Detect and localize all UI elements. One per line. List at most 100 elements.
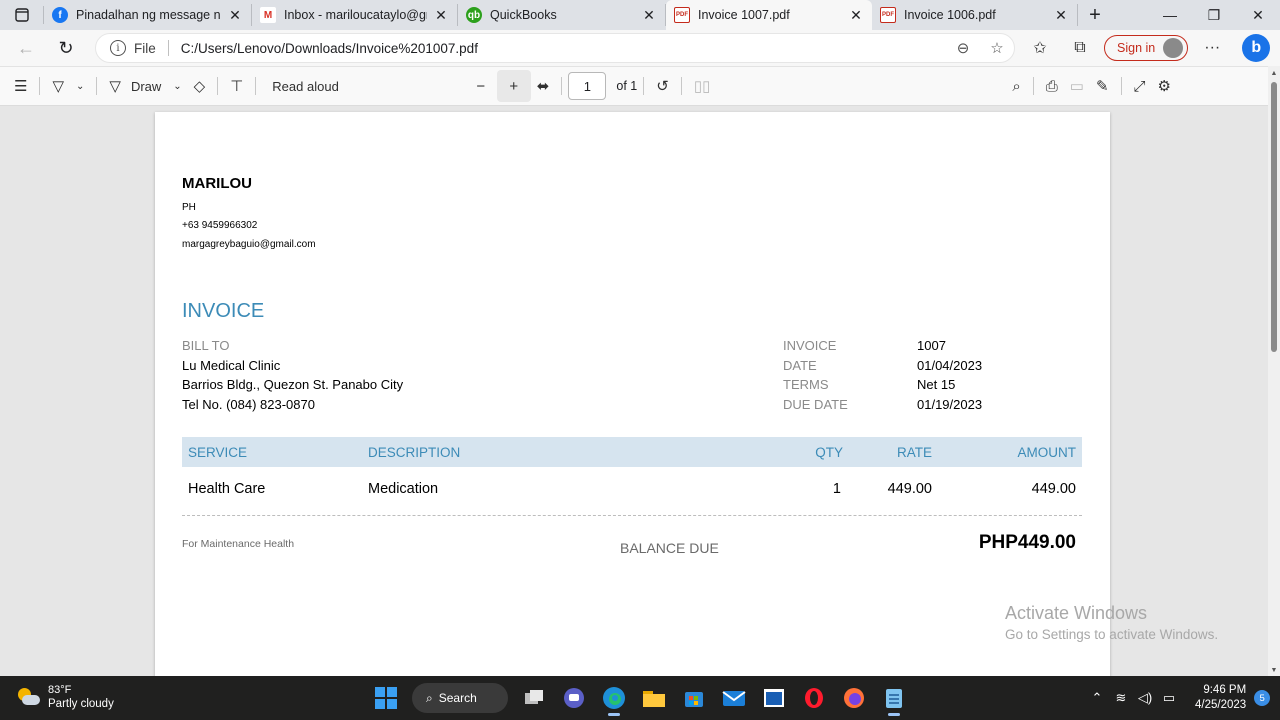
tab-strip: f Pinadalhan ng message ni Ab ✕ M Inbox … [0,0,1280,30]
task-view-button[interactable] [514,680,554,716]
taskbar-search[interactable]: ⌕ Search [412,683,508,713]
meta-label: DATE [783,358,817,373]
bing-icon[interactable]: b [1242,34,1271,62]
activate-windows-watermark: Activate Windows Go to Settings to activ… [1005,603,1218,642]
zoom-in-button[interactable]: + [496,70,531,102]
notification-badge[interactable]: 5 [1254,690,1271,706]
address-bar[interactable]: i File C:/Users/Lenovo/Downloads/Invoice… [95,33,1015,63]
tab-invoice-1007[interactable]: PDF Invoice 1007.pdf ✕ [666,0,872,30]
back-button[interactable]: ← [6,32,46,64]
sign-in-button[interactable]: Sign in [1104,35,1189,61]
opera-button[interactable] [794,680,834,716]
draw-button[interactable]: ▽ Draw [103,70,167,102]
teams-chat-button[interactable] [554,680,594,716]
file-explorer-button[interactable] [634,680,674,716]
scroll-thumb[interactable] [1271,82,1277,352]
document-viewer[interactable]: MARILOU PH +63 9459966302 margagreybagui… [0,106,1268,676]
save-button[interactable]: ▭ [1064,70,1090,102]
rotate-button[interactable]: ↺ [650,70,675,102]
app-window-icon [764,689,784,707]
read-aloud-label: Read aloud [272,78,339,94]
start-button[interactable] [366,680,406,716]
close-icon[interactable]: ✕ [227,7,243,24]
contents-button[interactable]: ☰ [8,70,33,102]
fullscreen-button[interactable]: ⤢ [1128,70,1152,102]
find-button[interactable]: ⌕ [1006,70,1026,102]
battery-icon[interactable]: ▭ [1158,690,1180,706]
highlight-dropdown[interactable]: ⌄ [70,70,90,102]
address-scheme: File [134,40,156,56]
avatar-icon [1163,38,1184,58]
app-button[interactable] [754,680,794,716]
minimize-button[interactable]: — [1148,0,1192,30]
tab-quickbooks[interactable]: qb QuickBooks ✕ [458,4,666,26]
meta-label: TERMS [783,377,829,392]
close-window-button[interactable]: ✕ [1236,0,1280,30]
refresh-button[interactable]: ↻ [46,32,86,64]
row-description: Medication [368,481,439,497]
restore-button[interactable]: ❐ [1192,0,1236,30]
meta-value: Net 15 [917,377,956,392]
fit-width-button[interactable]: ⬌ [531,70,556,102]
tab-invoice-1006[interactable]: PDF Invoice 1006.pdf ✕ [872,4,1078,26]
highlight-button[interactable]: ▽ [46,70,70,102]
ellipsis-icon: ··· [1204,39,1221,56]
weather-temperature: 83°F [48,684,72,696]
close-icon[interactable]: ✕ [433,7,449,24]
window-controls: — ❐ ✕ [1148,0,1280,30]
settings-button[interactable]: ⚙ [1152,70,1177,102]
close-icon[interactable]: ✕ [1053,7,1069,24]
volume-icon[interactable]: ◁) [1134,690,1156,706]
add-favorite-icon[interactable]: ☆ [980,39,1014,57]
meta-label: DUE DATE [783,397,848,412]
edge-taskbar-button[interactable] [594,680,634,716]
tab-gmail[interactable]: M Inbox - mariloucataylo@gma ✕ [252,4,458,26]
zoom-out-button[interactable]: − [465,70,497,102]
task-view-icon [525,690,543,704]
microsoft-store-button[interactable] [674,680,714,716]
close-icon[interactable]: ✕ [848,7,864,24]
row-qty: 1 [832,481,841,497]
scrollbar[interactable]: ▲ ▼ [1268,66,1280,676]
table-row: Health Care Medication 1 449.00 449.00 [182,470,1082,506]
address-url[interactable]: C:/Users/Lenovo/Downloads/Invoice%201007… [181,41,946,56]
info-icon[interactable]: i [110,40,126,56]
more-options-button[interactable]: ··· [1192,32,1232,64]
wifi-icon[interactable]: ≋ [1110,690,1132,706]
page-number-input[interactable]: 1 [568,72,607,100]
balance-due-total: PHP449.00 [978,532,1076,553]
save-as-button[interactable]: ✎ [1090,70,1115,102]
table-header: SERVICE DESCRIPTION QTY RATE AMOUNT [182,437,1082,467]
clock[interactable]: 9:46 PM 4/25/2023 [1195,683,1246,713]
tab-actions-button[interactable] [0,6,44,24]
gmail-icon: M [260,7,276,23]
collections-icon: ⧉ [1074,39,1086,56]
invoice-title: INVOICE [182,300,265,322]
scroll-down-icon[interactable]: ▼ [1270,667,1278,674]
search-icon: ⌕ [426,690,433,705]
draw-dropdown[interactable]: ⌄ [167,70,187,102]
chevron-up-icon[interactable]: ⌃ [1086,690,1108,706]
company-phone: +63 9459966302 [182,220,258,231]
eraser-button[interactable]: ◇ [188,70,212,102]
column-header-rate: RATE [896,445,932,460]
mail-button[interactable] [714,680,754,716]
new-tab-button[interactable]: + [1078,0,1112,30]
row-rate: 449.00 [887,481,932,497]
print-button[interactable]: ⎙ [1040,70,1064,102]
navigation-bar: ← ↻ i File C:/Users/Lenovo/Downloads/Inv… [0,30,1280,66]
scroll-up-icon[interactable]: ▲ [1270,70,1278,77]
clock-date: 4/25/2023 [1195,699,1247,711]
collections-button[interactable]: ⧉ [1060,32,1100,64]
bill-to-phone: Tel No. (084) 823-0870 [182,397,315,412]
firefox-button[interactable] [834,680,874,716]
notepad-button[interactable] [874,680,914,716]
zoom-icon[interactable]: ⊖ [946,39,980,57]
read-aloud-button[interactable]: Read aloud [266,70,345,102]
weather-widget[interactable]: 83°F Partly cloudy [16,684,114,710]
close-icon[interactable]: ✕ [641,7,657,24]
page-view-button[interactable]: ▯▯ [688,70,717,102]
favorites-button[interactable]: ✩ [1020,32,1060,64]
text-button[interactable]: ⊤ [224,70,249,102]
tab-facebook[interactable]: f Pinadalhan ng message ni Ab ✕ [44,4,252,26]
